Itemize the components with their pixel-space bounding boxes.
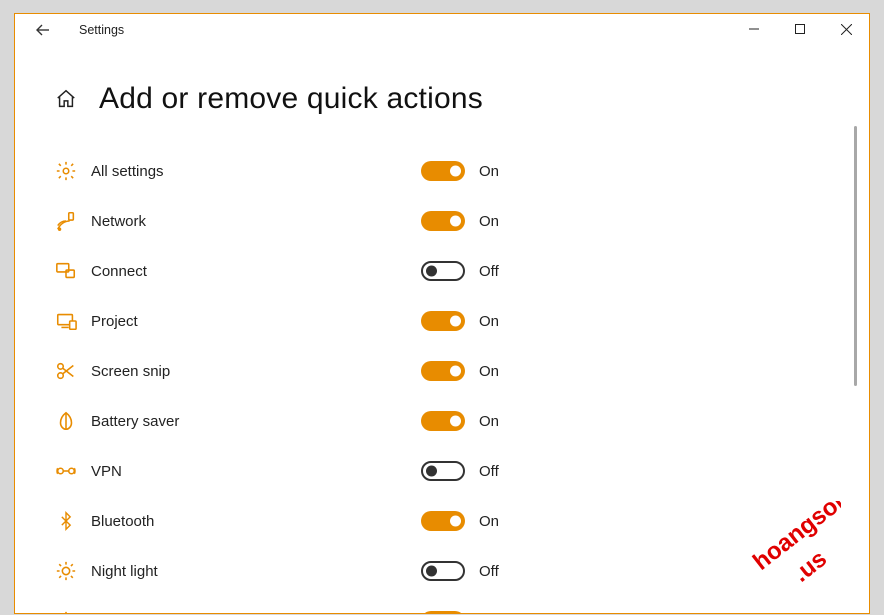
item-label: Night light: [91, 563, 421, 580]
toggle-state: On: [479, 163, 499, 180]
toggle-connect[interactable]: [421, 261, 465, 281]
content-area: Add or remove quick actions All settings…: [15, 46, 869, 613]
toggle-state: Off: [479, 463, 499, 480]
item-bluetooth: Bluetooth On: [55, 496, 829, 546]
toggle-state: Off: [479, 263, 499, 280]
minimize-button[interactable]: [731, 14, 777, 44]
toggle-state: On: [479, 613, 499, 614]
toggle-project[interactable]: [421, 311, 465, 331]
close-icon: [841, 24, 852, 35]
item-all-settings: All settings On: [55, 146, 829, 196]
toggle-brightness[interactable]: [421, 611, 465, 613]
item-brightness: Brightness On: [55, 596, 829, 613]
connect-icon: [55, 260, 77, 282]
item-label: Screen snip: [91, 363, 421, 380]
toggle-state: On: [479, 213, 499, 230]
page-header: Add or remove quick actions: [55, 82, 829, 116]
window-controls: [731, 14, 869, 44]
toggle-all-settings[interactable]: [421, 161, 465, 181]
app-title: Settings: [79, 23, 124, 37]
item-label: Bluetooth: [91, 513, 421, 530]
home-icon[interactable]: [55, 88, 77, 110]
item-label: Brightness: [91, 613, 421, 614]
minimize-icon: [749, 24, 759, 34]
vpn-icon: [55, 460, 77, 482]
item-label: Network: [91, 213, 421, 230]
item-label: Connect: [91, 263, 421, 280]
item-vpn: VPN Off: [55, 446, 829, 496]
item-night-light: Night light Off: [55, 546, 829, 596]
maximize-icon: [795, 24, 805, 34]
toggle-state: On: [479, 363, 499, 380]
gear-icon: [55, 160, 77, 182]
network-icon: [55, 210, 77, 232]
settings-window: Settings Add or remove quick actions: [14, 13, 870, 614]
scrollbar-thumb[interactable]: [854, 126, 857, 386]
toggle-vpn[interactable]: [421, 461, 465, 481]
item-battery-saver: Battery saver On: [55, 396, 829, 446]
item-label: Battery saver: [91, 413, 421, 430]
item-label: VPN: [91, 463, 421, 480]
scissors-icon: [55, 360, 77, 382]
close-button[interactable]: [823, 14, 869, 44]
item-network: Network On: [55, 196, 829, 246]
toggle-state: Off: [479, 563, 499, 580]
toggle-state: On: [479, 413, 499, 430]
item-label: Project: [91, 313, 421, 330]
brightness-icon: [55, 610, 77, 613]
quick-actions-list: All settings On Network On Connect Off: [55, 146, 829, 613]
leaf-icon: [55, 410, 77, 432]
toggle-network[interactable]: [421, 211, 465, 231]
arrow-left-icon: [35, 22, 51, 38]
page-title: Add or remove quick actions: [99, 82, 483, 116]
toggle-bluetooth[interactable]: [421, 511, 465, 531]
item-label: All settings: [91, 163, 421, 180]
toggle-battery-saver[interactable]: [421, 411, 465, 431]
titlebar: Settings: [15, 14, 869, 46]
toggle-state: On: [479, 513, 499, 530]
bluetooth-icon: [55, 510, 77, 532]
item-project: Project On: [55, 296, 829, 346]
project-icon: [55, 310, 77, 332]
toggle-night-light[interactable]: [421, 561, 465, 581]
back-button[interactable]: [31, 18, 55, 42]
toggle-state: On: [479, 313, 499, 330]
toggle-screen-snip[interactable]: [421, 361, 465, 381]
item-connect: Connect Off: [55, 246, 829, 296]
item-screen-snip: Screen snip On: [55, 346, 829, 396]
maximize-button[interactable]: [777, 14, 823, 44]
sun-icon: [55, 560, 77, 582]
